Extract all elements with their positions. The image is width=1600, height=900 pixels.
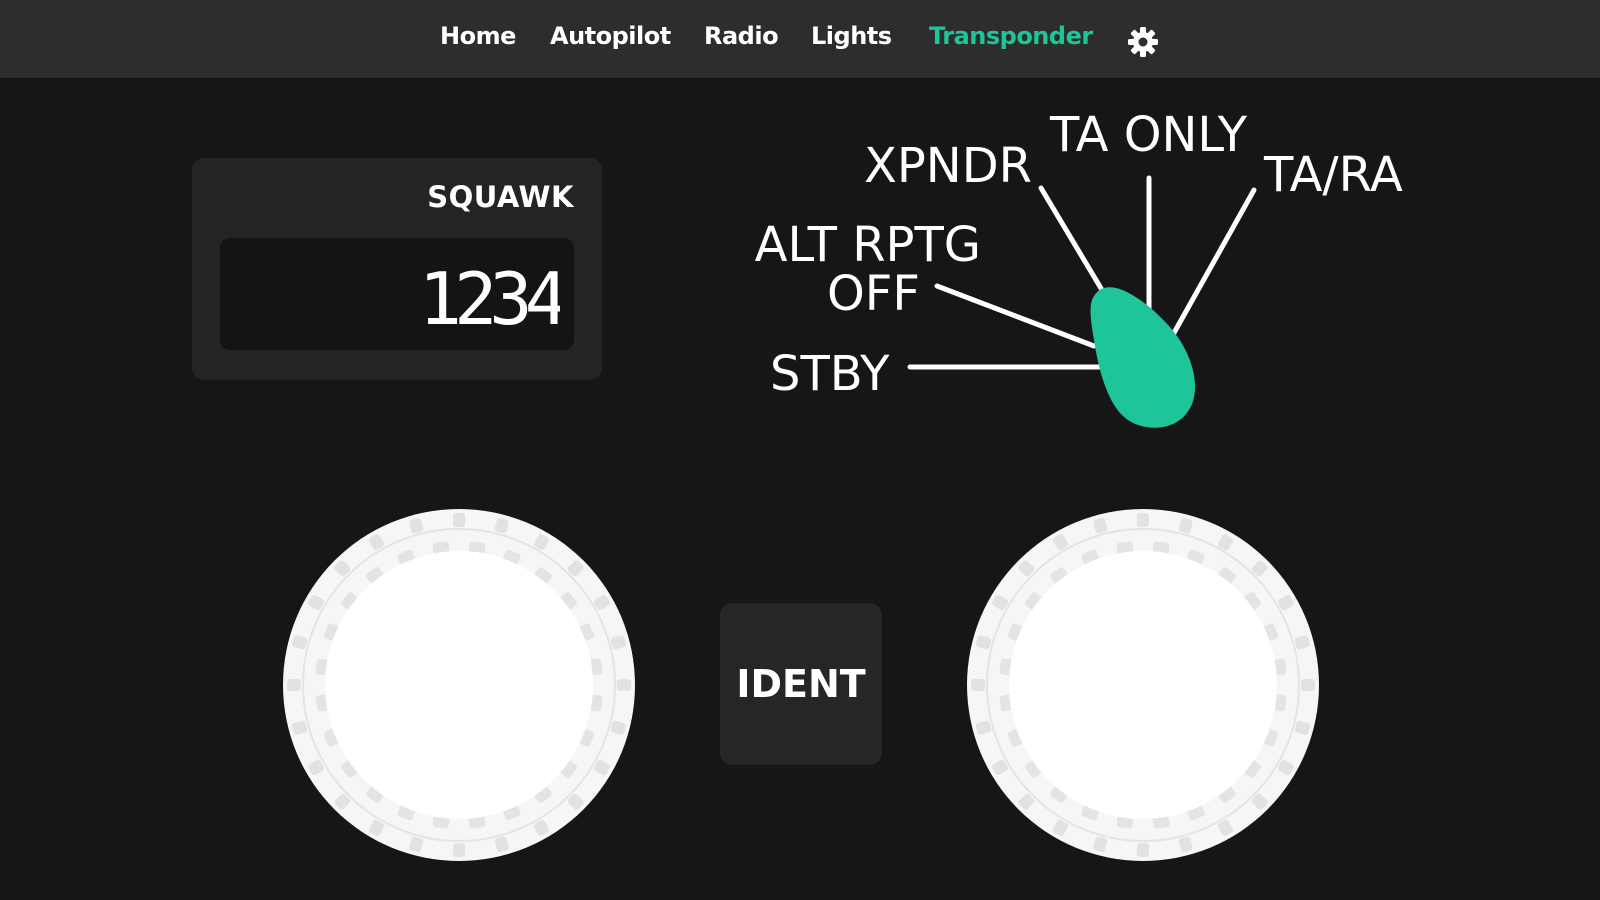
mode-selector: STBY ALT RPTG OFF XPNDR TA ONLY TA/RA [755,107,1403,428]
alt-rptg-off-tick [934,283,1097,349]
squawk-right-knob[interactable] [966,508,1320,862]
alt-rptg-off-label[interactable]: OFF [827,266,920,322]
squawk-left-knob[interactable] [282,508,636,862]
stby-label[interactable]: STBY [770,346,890,402]
xpndr-tick [1038,185,1111,303]
ta-only-label[interactable]: TA ONLY [1049,107,1248,163]
mode-selector-knob[interactable] [1090,287,1196,428]
xpndr-label[interactable]: XPNDR [864,138,1032,194]
alt-rptg-label[interactable]: ALT RPTG [755,217,981,273]
ta-ra-tick [1167,187,1257,343]
ident-button[interactable]: IDENT [720,603,882,765]
ident-label: IDENT [736,662,866,706]
ta-ra-label[interactable]: TA/RA [1263,147,1403,203]
